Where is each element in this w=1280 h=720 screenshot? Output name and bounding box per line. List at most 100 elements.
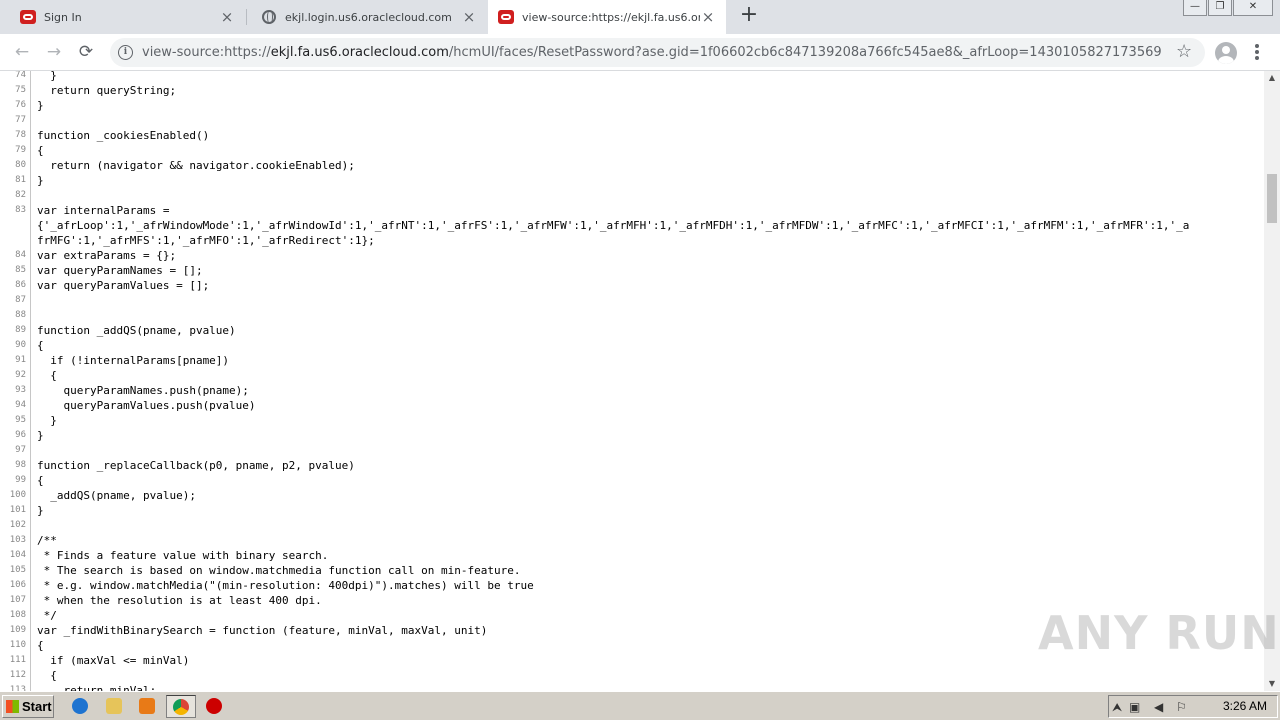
line-code: } xyxy=(37,414,57,427)
ie-icon[interactable] xyxy=(72,698,88,714)
source-line: 75 return queryString; xyxy=(0,83,1264,98)
line-code: _addQS(pname, pvalue); xyxy=(37,489,196,502)
line-number: 74 xyxy=(15,71,26,80)
line-code: } xyxy=(37,99,44,112)
clock: 3:26 AM xyxy=(1222,699,1267,713)
network-icon[interactable]: ▣ xyxy=(1129,700,1140,714)
profile-avatar-icon[interactable] xyxy=(1215,42,1237,64)
line-number: 103 xyxy=(9,535,26,545)
line-code: var extraParams = {}; xyxy=(37,249,177,262)
line-code: return (navigator && navigator.cookieEna… xyxy=(37,159,355,172)
source-line: 92 { xyxy=(0,368,1264,383)
line-code: /** xyxy=(37,534,57,547)
start-button[interactable]: Start xyxy=(2,695,54,718)
line-number: 100 xyxy=(9,490,26,500)
source-line: 85 var queryParamNames = []; xyxy=(0,263,1264,278)
source-line: 95 } xyxy=(0,413,1264,428)
line-code: var queryParamNames = []; xyxy=(37,264,203,277)
line-code: if (!internalParams[pname]) xyxy=(37,354,230,367)
source-line: 74 } xyxy=(0,71,1264,83)
globe-icon xyxy=(261,9,277,25)
close-tab-icon[interactable]: × xyxy=(700,9,716,25)
line-number: 109 xyxy=(9,625,26,635)
line-code: var _findWithBinarySearch = function (fe… xyxy=(37,624,488,637)
bookmark-star-icon[interactable]: ☆ xyxy=(1176,41,1192,62)
source-line: frMFG':1,'_afrMFS':1,'_afrMFO':1,'_afrRe… xyxy=(0,233,1264,248)
source-line: 81} xyxy=(0,173,1264,188)
source-line: 87 xyxy=(0,293,1264,308)
line-number: 96 xyxy=(15,430,26,440)
line-code: return queryString; xyxy=(37,84,177,97)
source-line: 104 * Finds a feature value with binary … xyxy=(0,548,1264,563)
info-icon[interactable]: i xyxy=(118,45,133,60)
scroll-down-arrow-icon[interactable]: ▼ xyxy=(1264,677,1280,691)
line-code: {'_afrLoop':1,'_afrWindowMode':1,'_afrWi… xyxy=(37,219,1190,232)
line-number: 106 xyxy=(9,580,26,590)
line-number: 79 xyxy=(15,145,26,155)
reload-button[interactable]: ⟳ xyxy=(73,41,99,65)
line-number: 77 xyxy=(15,115,26,125)
source-line: 78 function _cookiesEnabled() xyxy=(0,128,1264,143)
line-code: * Finds a feature value with binary sear… xyxy=(37,549,329,562)
forward-button[interactable]: → xyxy=(41,41,67,65)
line-number: 89 xyxy=(15,325,26,335)
tray-expand-icon[interactable]: ⮝ xyxy=(1112,700,1122,715)
source-line: 86 var queryParamValues = []; xyxy=(0,278,1264,293)
close-window-button[interactable]: ✕ xyxy=(1233,0,1273,16)
folder-icon[interactable] xyxy=(106,698,122,714)
restore-button[interactable]: ❐ xyxy=(1208,0,1232,16)
tab-title: Sign In xyxy=(44,10,82,24)
line-code: function _addQS(pname, pvalue) xyxy=(37,324,236,337)
minimize-button[interactable]: — xyxy=(1183,0,1207,16)
address-url[interactable]: view-source:https://ekjl.fa.us6.oraclecl… xyxy=(142,45,1162,60)
source-line: 91 if (!internalParams[pname]) xyxy=(0,353,1264,368)
line-number: 90 xyxy=(15,340,26,350)
flag-icon[interactable]: ⚐ xyxy=(1176,700,1187,714)
oracle-icon xyxy=(498,9,514,25)
line-number: 76 xyxy=(15,100,26,110)
line-number: 102 xyxy=(9,520,26,530)
line-number: 99 xyxy=(15,475,26,485)
source-line: 76} xyxy=(0,98,1264,113)
chrome-icon xyxy=(173,699,189,715)
source-line: 105 * The search is based on window.matc… xyxy=(0,563,1264,578)
anyrun-watermark: ANY RUN xyxy=(1038,606,1280,660)
line-code: { xyxy=(37,669,57,682)
kebab-menu-icon[interactable] xyxy=(1253,42,1261,64)
line-number: 92 xyxy=(15,370,26,380)
scroll-up-arrow-icon[interactable]: ▲ xyxy=(1264,71,1280,85)
tab-title: ekjl.login.us6.oraclecloud.com xyxy=(285,10,452,24)
stop-icon[interactable] xyxy=(206,698,222,714)
system-tray: ⮝ ▣ ◀ ⚐ 3:26 AM xyxy=(1108,695,1278,718)
tab-title: view-source:https://ekjl.fa.us6.orac xyxy=(522,10,700,24)
line-code: queryParamValues.push(pvalue) xyxy=(37,399,256,412)
line-number: 91 xyxy=(15,355,26,365)
scrollbar-thumb[interactable] xyxy=(1267,174,1277,223)
volume-icon[interactable]: ◀ xyxy=(1154,700,1163,714)
tab-view-source[interactable]: view-source:https://ekjl.fa.us6.orac × xyxy=(488,0,726,34)
address-bar[interactable]: i view-source:https://ekjl.fa.us6.oracle… xyxy=(110,38,1205,67)
line-code: * The search is based on window.matchmed… xyxy=(37,564,521,577)
source-line: 84 var extraParams = {}; xyxy=(0,248,1264,263)
new-tab-button[interactable]: + xyxy=(738,4,760,27)
source-line: 80 return (navigator && navigator.cookie… xyxy=(0,158,1264,173)
line-number: 80 xyxy=(15,160,26,170)
source-line: 106 * e.g. window.matchMedia("(min-resol… xyxy=(0,578,1264,593)
browser-toolbar: ← → ⟳ i view-source:https://ekjl.fa.us6.… xyxy=(0,34,1280,71)
tab-sign-in[interactable]: Sign In × xyxy=(0,0,245,34)
line-number: 82 xyxy=(15,190,26,200)
line-number: 87 xyxy=(15,295,26,305)
line-code: return minVal; xyxy=(37,684,157,691)
source-viewer: 74 } 75 return queryString; 76} 77 78 functio… xyxy=(0,71,1264,691)
media-player-icon[interactable] xyxy=(139,698,155,714)
line-code: queryParamNames.push(pname); xyxy=(37,384,249,397)
line-number: 83 xyxy=(15,205,26,215)
close-tab-icon[interactable]: × xyxy=(461,9,477,25)
tab-login[interactable]: ekjl.login.us6.oraclecloud.com × xyxy=(247,0,487,34)
line-number: 78 xyxy=(15,130,26,140)
close-tab-icon[interactable]: × xyxy=(219,9,235,25)
back-button[interactable]: ← xyxy=(9,41,35,65)
line-code: { xyxy=(37,474,44,487)
chrome-taskbar-button[interactable] xyxy=(166,695,196,718)
vertical-scrollbar[interactable]: ▲ ▼ xyxy=(1264,71,1280,691)
